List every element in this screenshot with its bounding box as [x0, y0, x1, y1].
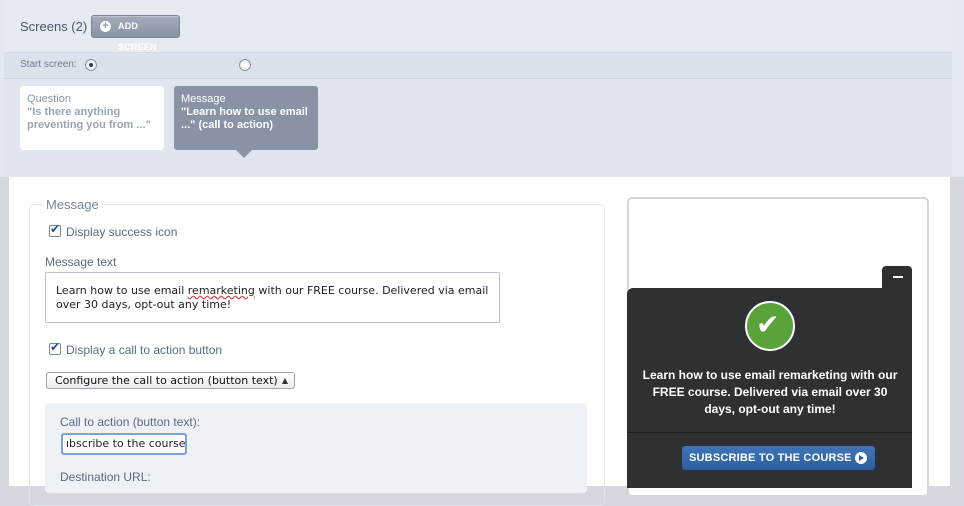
popup-divider	[627, 432, 912, 433]
screen-card-question[interactable]: Question "Is there anything preventing y…	[20, 86, 164, 150]
minimize-icon[interactable]	[893, 276, 903, 278]
popup-tab[interactable]	[882, 266, 912, 290]
subscribe-button[interactable]: SUBSCRIBE TO THE COURSE	[682, 446, 875, 470]
screen-card-message[interactable]: Message "Learn how to use email ..." (ca…	[174, 86, 318, 158]
screen-cards: Question "Is there anything preventing y…	[4, 79, 952, 176]
screens-header: Screens (2) + ADD SCREEN	[4, 0, 952, 53]
card-type: Message	[181, 93, 226, 105]
add-screen-button[interactable]: + ADD SCREEN	[91, 15, 180, 52]
success-icon-checkbox[interactable]	[49, 222, 61, 237]
message-text-part: Learn how to use email	[56, 284, 188, 297]
screens-panel: Screens (2) + ADD SCREEN Start screen: Q…	[0, 0, 964, 177]
start-screen-row: Start screen:	[4, 53, 952, 79]
card-text: "Learn how to use email ..." (call to ac…	[181, 106, 308, 131]
start-screen-radio-message[interactable]	[239, 59, 251, 71]
screens-title: Screens (2)	[20, 19, 88, 34]
start-screen-radio-question[interactable]	[85, 59, 97, 71]
start-screen-label: Start screen:	[20, 59, 77, 70]
select-value: Configure the call to action (button tex…	[55, 374, 278, 387]
card-type: Question	[27, 93, 72, 105]
message-text-label: Message text	[45, 255, 117, 269]
success-check-icon	[745, 301, 795, 351]
destination-url-label: Destination URL:	[60, 470, 151, 484]
cta-text-input[interactable]: ıbscribe to the course	[61, 433, 187, 455]
configure-cta-select[interactable]: Configure the call to action (button tex…	[46, 372, 295, 389]
card-text: "Is there anything preventing you from .…	[27, 106, 151, 131]
message-textarea[interactable]: Learn how to use email remarketing with …	[45, 272, 500, 323]
cta-checkbox-label: Display a call to action button	[66, 343, 223, 357]
success-icon-label: Display success icon	[66, 225, 178, 239]
subscribe-label: SUBSCRIBE TO THE COURSE	[689, 452, 852, 464]
message-legend: Message	[43, 197, 102, 212]
plus-icon: +	[100, 21, 111, 32]
select-arrows-icon: ▲	[281, 376, 288, 385]
message-text-misspelled: remarketing	[187, 284, 255, 297]
preview-message: Learn how to use email remarketing with …	[642, 368, 898, 416]
cta-text-label: Call to action (button text):	[60, 415, 201, 429]
arrow-right-icon	[855, 452, 867, 464]
add-screen-label: ADD SCREEN	[118, 21, 157, 52]
cta-checkbox[interactable]	[49, 340, 61, 355]
